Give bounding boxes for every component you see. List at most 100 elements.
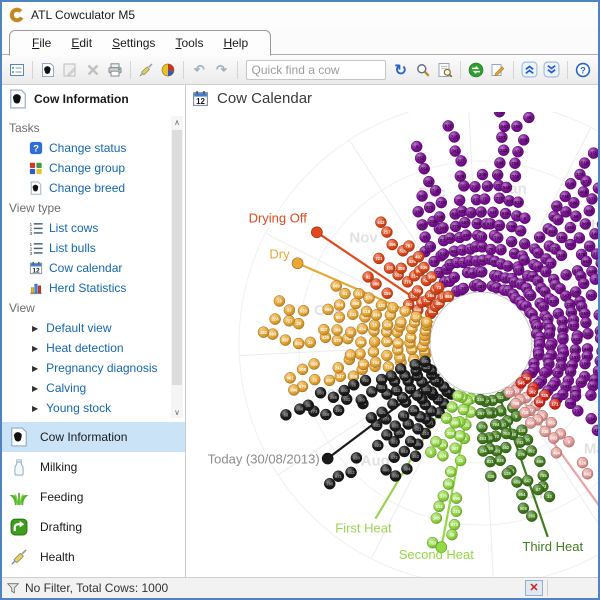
cow-bead[interactable]: 659	[511, 476, 523, 488]
cow-bead[interactable]: 241	[332, 362, 345, 374]
delete-button-disabled[interactable]	[83, 59, 103, 81]
cow-bead[interactable]: 975	[423, 201, 436, 214]
cow-bead[interactable]: 868	[579, 218, 592, 230]
find-record-icon[interactable]	[435, 59, 455, 81]
help-icon[interactable]: ?	[573, 59, 593, 81]
cow-bead[interactable]: 773	[493, 192, 506, 204]
cow-bead[interactable]: 205	[476, 168, 489, 181]
cow-bead[interactable]: 12	[387, 302, 399, 314]
cow-bead[interactable]: 740	[509, 170, 522, 183]
cow-bead[interactable]: 617	[344, 349, 357, 361]
cow-bead[interactable]: 657	[459, 216, 471, 229]
cow-bead[interactable]: 536	[418, 261, 430, 274]
cow-bead[interactable]: 434	[356, 322, 369, 335]
cow-bead[interactable]: 656	[580, 317, 592, 329]
cow-bead[interactable]: 392	[525, 445, 538, 457]
cow-bead[interactable]: 672	[430, 435, 442, 448]
cow-bead[interactable]: 263	[314, 387, 327, 399]
cow-bead[interactable]: 468	[416, 219, 428, 231]
cow-bead[interactable]: 862	[587, 380, 598, 392]
cow-bead[interactable]: 47	[381, 349, 393, 362]
menu-help[interactable]: Help	[213, 32, 258, 54]
cow-bead[interactable]: 701	[491, 232, 504, 244]
cow-bead[interactable]: 764	[489, 418, 502, 431]
cow-bead[interactable]: 735	[435, 196, 448, 209]
cow-bead[interactable]: 224	[269, 313, 281, 325]
cow-bead[interactable]: 514	[433, 500, 445, 513]
cow-bead[interactable]: 607	[333, 311, 346, 323]
cow-bead[interactable]: 370	[437, 490, 450, 502]
sidebar-scrollbar[interactable]: ∧ ∨	[171, 116, 183, 418]
cow-bead[interactable]: 673	[448, 518, 461, 531]
cow-bead[interactable]: 167	[495, 244, 507, 256]
cow-bead[interactable]: 843	[381, 429, 393, 441]
cow-bead[interactable]: 57	[420, 316, 433, 328]
refresh-icon[interactable]: ↻	[391, 59, 411, 81]
cow-bead[interactable]: 294	[477, 445, 489, 457]
cow-bead[interactable]: 540	[498, 120, 511, 133]
cow-bead[interactable]: 595	[444, 465, 457, 478]
cow-bead[interactable]: 752	[465, 206, 477, 219]
cow-bead[interactable]: 396	[433, 211, 446, 223]
cow-bead[interactable]: 662	[580, 255, 593, 268]
scroll-up-icon[interactable]: ∧	[171, 116, 183, 128]
cow-bead[interactable]: 581	[442, 478, 455, 490]
cow-bead[interactable]: 943	[398, 445, 411, 458]
cow-bead[interactable]: 179	[515, 448, 528, 461]
cow-bead[interactable]: 642	[416, 190, 428, 202]
cow-bead[interactable]: 526	[576, 456, 589, 469]
cow-bead[interactable]: 162	[481, 180, 494, 192]
cow-bead[interactable]: 496	[386, 238, 398, 251]
cow-bead[interactable]: 297	[475, 407, 487, 420]
cow-bead[interactable]: 642	[585, 289, 598, 301]
cow-bead[interactable]: 704	[500, 427, 513, 440]
cow-bead[interactable]: 842	[581, 467, 594, 480]
cow-bead[interactable]: 16	[368, 319, 381, 331]
cow-bead[interactable]: 779	[545, 257, 557, 269]
cow-bead[interactable]: 598	[494, 157, 506, 169]
cow-bead[interactable]: 849	[330, 280, 342, 292]
cow-bead[interactable]: 674	[512, 145, 524, 158]
cow-bead[interactable]: 435	[560, 206, 572, 218]
cow-bead[interactable]: 850	[350, 297, 362, 310]
cow-bead[interactable]: 500	[389, 470, 402, 482]
cow-bead[interactable]: 831	[442, 120, 455, 132]
cow-bead[interactable]: 438	[485, 470, 497, 483]
sync-go-button[interactable]	[466, 59, 486, 81]
cow-bead[interactable]: 373	[586, 193, 598, 205]
cow-bead[interactable]: 600	[392, 337, 404, 349]
cow-bead[interactable]: 13	[273, 295, 286, 307]
cow-bead[interactable]: 155	[383, 262, 396, 274]
link-change-group[interactable]: Change group	[2, 158, 185, 178]
cow-bead[interactable]: 88	[419, 231, 431, 243]
cow-bead[interactable]: 522	[582, 327, 594, 340]
cow-bead[interactable]: 933	[502, 260, 514, 272]
cow-bead[interactable]: 497	[412, 250, 425, 263]
cow-bead[interactable]: 36	[354, 348, 366, 360]
cow-bead[interactable]: 422	[395, 316, 407, 328]
cow-bead[interactable]: 925	[454, 170, 467, 182]
cow-bead[interactable]: 987	[279, 334, 292, 346]
cow-bead[interactable]: 61	[339, 287, 351, 300]
view-default[interactable]: ▶ Default view	[2, 318, 185, 338]
cow-bead[interactable]: 9	[519, 212, 531, 224]
cow-bead[interactable]: 823	[567, 319, 580, 332]
cow-bead[interactable]: 10	[457, 282, 470, 295]
cow-bead[interactable]: 71	[478, 193, 491, 205]
cow-bead[interactable]: 768	[560, 269, 572, 281]
cow-bead[interactable]: 928	[533, 231, 546, 243]
cow-bead[interactable]: 273	[450, 505, 463, 518]
cow-bead[interactable]: 114	[592, 182, 598, 194]
cow-bead[interactable]: 966	[583, 204, 596, 217]
cow-bead[interactable]: 820	[565, 178, 577, 190]
cow-bead[interactable]: 521	[412, 423, 424, 435]
cow-bead[interactable]: 159	[579, 357, 591, 370]
cow-bead[interactable]: 436	[460, 229, 472, 241]
cow-bead[interactable]: 8	[425, 446, 437, 458]
cow-bead[interactable]: 135	[501, 467, 514, 480]
cow-bead[interactable]: 573	[476, 421, 488, 433]
cow-bead[interactable]: 995	[419, 355, 431, 368]
cow-bead[interactable]: 175	[424, 241, 437, 253]
cow-bead[interactable]: 683	[547, 432, 560, 444]
cow-bead[interactable]: 738	[552, 366, 564, 379]
